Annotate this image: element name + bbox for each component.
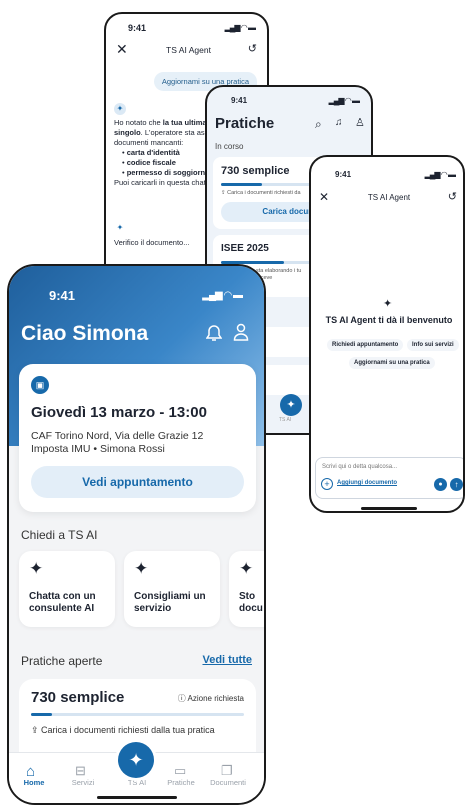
section-label: In corso [215, 142, 244, 151]
status-icons: ▂▄▆ ◠ ▬ [328, 96, 360, 105]
nav-label: TS AI [279, 417, 292, 423]
greeting-title: Ciao Simona [21, 322, 149, 345]
verify-message: Verifico il documento... [114, 238, 190, 247]
agent-msg-outro: Puoi caricarli in questa chat. [114, 178, 208, 187]
ai-card-label: Consigliami un servizio [134, 591, 206, 614]
card-title: ISEE 2025 [221, 243, 269, 254]
user-icon[interactable]: ♙ [355, 116, 365, 129]
view-appointment-button[interactable]: Vedi appuntamento [31, 466, 244, 498]
page-title: Pratiche [215, 115, 275, 132]
card-title: 730 semplice [221, 165, 290, 177]
nav-ts-ai[interactable]: TS AI [117, 778, 157, 787]
sparkle-icon: ✦ [239, 559, 254, 578]
history-icon[interactable]: ↺ [248, 42, 257, 55]
status-time: 9:41 [335, 170, 352, 179]
appointment-card[interactable]: ▣ Giovedì 13 marzo - 13:00 CAF Torino No… [19, 364, 256, 512]
send-icon[interactable]: ↑ [450, 478, 463, 491]
folder-icon[interactable]: ▭ [174, 763, 186, 779]
ts-ai-fab[interactable]: ✦ [280, 394, 302, 416]
status-icons: ▂▄▆ ◠ ▬ [224, 23, 256, 32]
chat-input-placeholder: Scrivi qui o detta qualcosa... [322, 464, 398, 470]
search-icon[interactable]: ⌕ [315, 117, 322, 132]
status-badge: ⓘ Azione richiesta [177, 694, 244, 703]
chip-book-appointment[interactable]: Richiedi appuntamento [327, 339, 404, 351]
add-document-link[interactable]: Aggiungi documento [337, 480, 397, 486]
card-note: ⇪ Carica i documenti richiesti da [221, 190, 301, 196]
phone-home: 9:41 ▂▄▆ ◠ ▬ Ciao Simona ▣ Giovedì 13 ma… [7, 264, 266, 805]
nav-documenti[interactable]: Documenti [208, 778, 248, 787]
nav-home[interactable]: Home [14, 778, 54, 787]
chip-update-pratica[interactable]: Aggiornami su una pratica [349, 357, 435, 369]
bell-icon[interactable] [206, 324, 222, 342]
appointment-place: CAF Torino Nord, Via delle Grazie 12 [31, 430, 204, 442]
status-icons: ▂▄▆ ◠ ▬ [424, 170, 456, 179]
ai-sparkle-icon: ✦ [116, 223, 124, 232]
agent-msg-text-3: documenti mancanti: [114, 138, 184, 147]
agent-msg-text: Ho notato che [114, 118, 163, 127]
bell-icon[interactable]: ♫ [335, 117, 343, 128]
agent-msg-bold-2: singolo [114, 128, 141, 137]
calendar-icon: ▣ [31, 376, 49, 394]
add-icon[interactable]: + [321, 478, 333, 490]
status-time: 9:41 [128, 23, 147, 33]
history-icon[interactable]: ↺ [448, 190, 457, 203]
ai-card-recommend-service[interactable]: ✦ Consigliami un servizio [124, 551, 220, 627]
sparkle-icon: ✦ [134, 559, 149, 578]
pratiche-section-title: Pratiche aperte [21, 654, 103, 668]
chat-title: TS AI Agent [367, 193, 411, 202]
progress-bar [31, 713, 244, 716]
welcome-title: TS AI Agent ti dà il benvenuto [325, 315, 453, 325]
pratica-title: 730 semplice [31, 689, 125, 706]
ai-card-chat-consultant[interactable]: ✦ Chatta con un consulente AI [19, 551, 115, 627]
home-indicator [361, 507, 417, 510]
phone-ai-welcome: 9:41 ▂▄▆ ◠ ▬ ✕ TS AI Agent ↺ ✦ TS AI Age… [309, 155, 465, 513]
status-time: 9:41 [231, 96, 248, 105]
ai-card-third[interactable]: ✦ Sto docu [229, 551, 264, 627]
chat-title: TS AI Agent [166, 45, 211, 55]
nav-pratiche[interactable]: Pratiche [161, 778, 201, 787]
microphone-icon[interactable]: ● [434, 478, 447, 491]
sparkle-icon: ✦ [29, 559, 44, 578]
ai-card-label: Sto docu [239, 591, 263, 614]
pratica-note: ⇪ Carica i documenti richiesti dalla tua… [31, 725, 215, 735]
appointment-details: CAF Torino Nord, Via delle Grazie 12 Imp… [31, 430, 203, 456]
appointment-detail: Imposta IMU • Simona Rossi [31, 443, 165, 455]
chip-service-info[interactable]: Info sui servizi [407, 339, 459, 351]
sparkle-icon: ✦ [383, 298, 393, 310]
home-indicator [97, 796, 177, 799]
ai-card-label: Chatta con un consulente AI [29, 591, 96, 614]
ts-ai-fab[interactable]: ✦ [118, 742, 154, 778]
status-time: 9:41 [49, 288, 76, 303]
user-icon[interactable] [233, 323, 249, 341]
progress-bar [221, 183, 311, 186]
see-all-link[interactable]: Vedi tutte [202, 654, 252, 666]
ai-section-title: Chiedi a TS AI [21, 528, 98, 542]
documents-icon[interactable]: ❐ [221, 763, 233, 779]
status-icons: ▂▄▆ ◠ ▬ [202, 290, 243, 301]
ai-sparkle-icon: ✦ [114, 103, 126, 115]
nav-servizi[interactable]: Servizi [63, 778, 103, 787]
store-icon[interactable]: ⊟ [75, 763, 86, 779]
chat-input-box[interactable]: Scrivi qui o detta qualcosa... + Aggiung… [315, 457, 463, 499]
appointment-title: Giovedì 13 marzo - 13:00 [31, 404, 207, 421]
